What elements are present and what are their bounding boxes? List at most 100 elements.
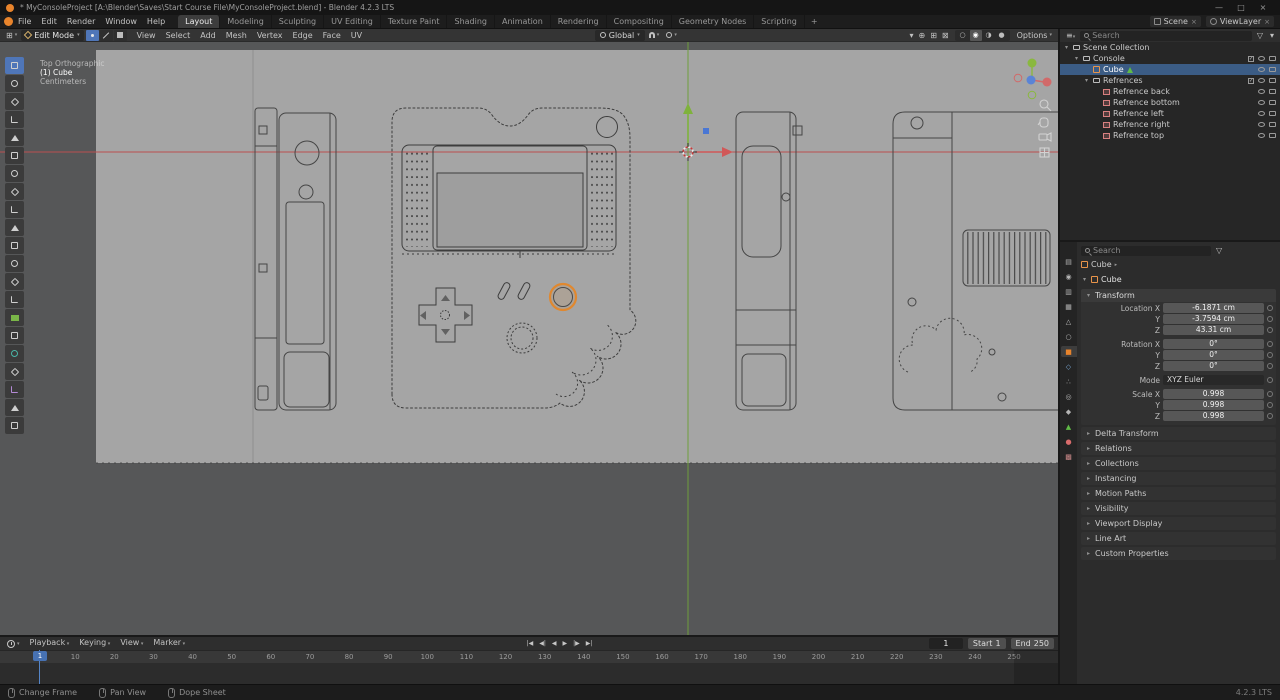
select-mode-edge[interactable] (100, 30, 113, 41)
timeline-menu-keying[interactable]: Keying ▾ (74, 636, 115, 651)
transform-panel-header[interactable]: ▾ Transform (1081, 289, 1276, 302)
select-mode-face[interactable] (114, 30, 127, 41)
expander-icon[interactable]: ▾ (1081, 276, 1088, 283)
tool-measure[interactable] (5, 183, 24, 200)
select-mode-vertex[interactable] (86, 30, 99, 41)
jump-to-start-button[interactable]: |◀ (524, 637, 537, 650)
tool-poly-build[interactable] (5, 309, 24, 326)
section-custom-properties[interactable]: ▸Custom Properties (1081, 547, 1276, 560)
outliner-row-refrences[interactable]: ▾Refrences✓ (1060, 75, 1280, 86)
current-frame-field[interactable]: 1 (929, 638, 963, 649)
tool-transform[interactable] (5, 147, 24, 164)
tab-animation[interactable]: Animation (495, 15, 551, 28)
tool-rotate[interactable] (5, 111, 24, 128)
properties-tab-constraints[interactable]: ◆ (1061, 406, 1077, 417)
menu-help[interactable]: Help (142, 15, 170, 28)
properties-tab-world[interactable]: ○ (1061, 331, 1077, 342)
properties-tab-modifiers[interactable]: ◇ (1061, 361, 1077, 372)
menu-window[interactable]: Window (100, 15, 142, 28)
expander-icon[interactable]: ▾ (1063, 44, 1070, 51)
tool-annotate[interactable] (5, 165, 24, 182)
eye-icon[interactable] (1258, 100, 1265, 105)
section-delta-transform[interactable]: ▸Delta Transform (1081, 427, 1276, 440)
timeline-ruler[interactable]: 1102030405060708090100110120130140150160… (0, 650, 1058, 663)
tab-modeling[interactable]: Modeling (220, 15, 271, 28)
expander-icon[interactable]: ▾ (1083, 77, 1090, 84)
tool-loop-cut[interactable] (5, 273, 24, 290)
minimize-button[interactable]: — (1208, 0, 1230, 15)
unlink-view-layer-icon[interactable]: × (1264, 18, 1270, 26)
timeline-track[interactable] (0, 663, 1058, 684)
menu-render[interactable]: Render (62, 15, 100, 28)
tool-select-box[interactable] (5, 57, 24, 74)
decorate-button[interactable] (1267, 352, 1273, 358)
options-dropdown[interactable]: Options▾ (1014, 31, 1055, 40)
timeline-menu-marker[interactable]: Marker ▾ (148, 636, 190, 651)
tab-texture-paint[interactable]: Texture Paint (381, 15, 448, 28)
outliner-row-console[interactable]: ▾Console✓ (1060, 53, 1280, 64)
decorate-button[interactable] (1267, 316, 1273, 322)
close-button[interactable]: × (1252, 0, 1274, 15)
decorate-button[interactable] (1267, 327, 1273, 333)
tool-spin[interactable] (5, 327, 24, 344)
section-motion-paths[interactable]: ▸Motion Paths (1081, 487, 1276, 500)
tool-extrude-region[interactable] (5, 219, 24, 236)
properties-tab-object[interactable]: ■ (1061, 346, 1077, 357)
jump-to-end-button[interactable]: ▶| (583, 637, 596, 650)
section-relations[interactable]: ▸Relations (1081, 442, 1276, 455)
tab-compositing[interactable]: Compositing (607, 15, 672, 28)
shading-material-icon[interactable]: ◑ (983, 30, 995, 41)
shading-solid-icon[interactable]: ◉ (970, 30, 982, 41)
field-z[interactable]: 0.998 (1163, 411, 1264, 421)
outliner-search-input[interactable]: Search (1080, 31, 1252, 41)
tool-scale[interactable] (5, 129, 24, 146)
checkbox-icon[interactable]: ✓ (1248, 78, 1254, 84)
tab-scripting[interactable]: Scripting (754, 15, 805, 28)
tab-rendering[interactable]: Rendering (551, 15, 607, 28)
camera-icon[interactable] (1269, 111, 1276, 116)
visibility-dropdown-icon[interactable]: ▾ (907, 31, 915, 40)
camera-icon[interactable] (1269, 100, 1276, 105)
outliner-row-refrence-left[interactable]: Refrence left (1060, 108, 1280, 119)
section-collections[interactable]: ▸Collections (1081, 457, 1276, 470)
tool-shrink-fatten[interactable] (5, 381, 24, 398)
properties-tab-material[interactable]: ● (1061, 436, 1077, 447)
tool-knife[interactable] (5, 291, 24, 308)
blender-menu-icon[interactable] (4, 17, 13, 26)
snap-toggle-button[interactable]: ▾ (646, 32, 663, 38)
viewport-menu-mesh[interactable]: Mesh (221, 29, 252, 42)
properties-tab-output[interactable]: ▥ (1061, 286, 1077, 297)
camera-icon[interactable] (1269, 78, 1276, 83)
unlink-scene-icon[interactable]: × (1191, 18, 1197, 26)
field-y[interactable]: 0.998 (1163, 400, 1264, 410)
field-y[interactable]: 0° (1163, 350, 1264, 360)
camera-icon[interactable] (1269, 56, 1276, 61)
field-z[interactable]: 0° (1163, 361, 1264, 371)
tool-cursor[interactable] (5, 75, 24, 92)
field-scale-x[interactable]: 0.998 (1163, 389, 1264, 399)
shading-wireframe-icon[interactable]: ○ (957, 30, 969, 41)
outliner-editor-icon[interactable]: ≡▾ (1064, 31, 1077, 40)
toggle-xray-icon[interactable]: ⊠ (940, 31, 951, 40)
shading-rendered-icon[interactable]: ● (996, 30, 1008, 41)
viewport-menu-vertex[interactable]: Vertex (252, 29, 288, 42)
camera-icon[interactable] (1269, 133, 1276, 138)
frame-end-field[interactable]: End 250 (1011, 638, 1054, 649)
section-line-art[interactable]: ▸Line Art (1081, 532, 1276, 545)
field-z[interactable]: 43.31 cm (1163, 325, 1264, 335)
viewport-3d[interactable]: ⊞▾ Edit Mode ▾ ViewSelectAddMeshVertexEd… (0, 29, 1058, 635)
tool-shear[interactable] (5, 399, 24, 416)
play-reverse-button[interactable]: ◀ (549, 637, 560, 650)
editor-type-button[interactable]: ⊞▾ (3, 31, 20, 40)
outliner-row-refrence-top[interactable]: Refrence top (1060, 130, 1280, 141)
section-instancing[interactable]: ▸Instancing (1081, 472, 1276, 485)
outliner-row-refrence-right[interactable]: Refrence right (1060, 119, 1280, 130)
decorate-button[interactable] (1267, 402, 1273, 408)
viewport-menu-uv[interactable]: UV (346, 29, 367, 42)
transform-orientation-dropdown[interactable]: Global ▾ (595, 30, 645, 41)
playhead-badge[interactable]: 1 (33, 651, 47, 661)
properties-tab-scene[interactable]: △ (1061, 316, 1077, 327)
field-location-x[interactable]: -6.1871 cm (1163, 303, 1264, 313)
properties-tab-particles[interactable]: ∴ (1061, 376, 1077, 387)
checkbox-icon[interactable]: ✓ (1248, 56, 1254, 62)
